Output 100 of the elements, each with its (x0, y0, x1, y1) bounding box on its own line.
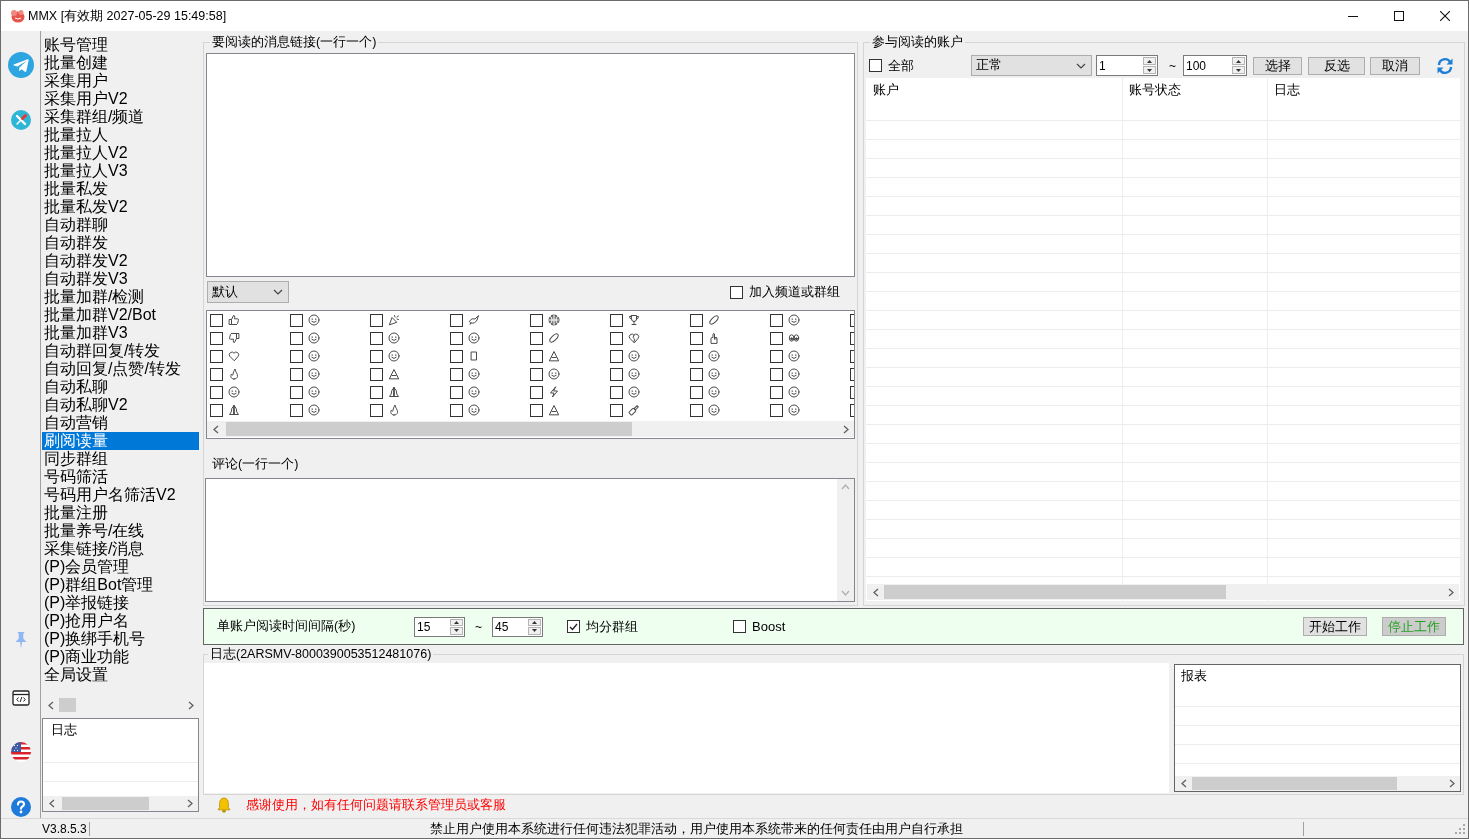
checkbox[interactable] (370, 403, 383, 417)
sidebar-item[interactable]: 批量私发V2 (42, 198, 199, 216)
sidebar-item[interactable]: 批量加群/检测 (42, 288, 199, 306)
scrollbar-thumb[interactable] (226, 422, 632, 436)
checkbox[interactable] (530, 313, 543, 327)
tools-icon[interactable] (10, 110, 31, 130)
sidebar-item[interactable]: 账号管理 (42, 36, 199, 54)
checkbox[interactable] (210, 331, 223, 345)
sidebar-item[interactable]: 批量创建 (42, 54, 199, 72)
horizontal-scrollbar[interactable] (207, 421, 854, 437)
checkbox[interactable] (690, 349, 703, 363)
checkbox[interactable] (850, 331, 854, 345)
horizontal-scrollbar[interactable] (867, 584, 1459, 600)
sidebar-item[interactable]: 自动群发V2 (42, 252, 199, 270)
checkbox[interactable] (730, 285, 743, 299)
sidebar-item[interactable]: 自动私聊V2 (42, 396, 199, 414)
comment-input[interactable] (205, 478, 855, 602)
checkbox[interactable] (530, 385, 543, 399)
dropdown[interactable]: 正常 (971, 55, 1092, 76)
sidebar-item[interactable]: 采集用户 (42, 72, 199, 90)
spin-up-button[interactable] (450, 618, 463, 626)
checkbox[interactable] (770, 313, 783, 327)
checkbox[interactable] (869, 59, 882, 72)
sidebar-item[interactable]: 号码筛活 (42, 468, 199, 486)
sidebar-item[interactable]: 自动回复/点赞/转发 (42, 360, 199, 378)
checkbox[interactable] (450, 367, 463, 381)
number-field[interactable]: 15 (414, 616, 465, 637)
checkbox[interactable] (690, 403, 703, 417)
checkbox[interactable] (210, 313, 223, 327)
sidebar-item[interactable]: 全局设置 (42, 666, 199, 684)
sidebar-item[interactable]: 批量拉人V3 (42, 162, 199, 180)
checkbox[interactable] (610, 313, 623, 327)
checkbox[interactable] (290, 331, 303, 345)
checkbox[interactable] (530, 367, 543, 381)
column-header[interactable]: 账号状态 (1122, 78, 1267, 102)
action-button[interactable]: 开始工作 (1303, 617, 1367, 636)
checkbox[interactable] (210, 403, 223, 417)
action-button[interactable]: 选择 (1253, 56, 1302, 75)
checkbox[interactable] (530, 403, 543, 417)
sidebar-item[interactable]: 批量私发 (42, 180, 199, 198)
sidebar-item[interactable]: 采集链接/消息 (42, 540, 199, 558)
sidebar-item[interactable]: 采集用户V2 (42, 90, 199, 108)
sidebar-item[interactable]: 自动营销 (42, 414, 199, 432)
checkbox[interactable] (850, 367, 854, 381)
horizontal-scrollbar[interactable] (1175, 776, 1460, 791)
sidebar-item[interactable]: 自动群聊 (42, 216, 199, 234)
sidebar-item[interactable]: 批量拉人 (42, 126, 199, 144)
action-button[interactable]: 反选 (1308, 56, 1365, 75)
scrollbar-thumb[interactable] (884, 585, 1226, 599)
sidebar-item[interactable]: 批量拉人V2 (42, 144, 199, 162)
checkbox[interactable] (450, 331, 463, 345)
checkbox[interactable] (690, 385, 703, 399)
checkbox[interactable] (370, 313, 383, 327)
sidebar-item[interactable]: 号码用户名筛活V2 (42, 486, 199, 504)
sidebar-item[interactable]: 同步群组 (42, 450, 199, 468)
checkbox[interactable] (850, 403, 854, 417)
checkbox[interactable] (610, 403, 623, 417)
sidebar-item[interactable]: (P)会员管理 (42, 558, 199, 576)
spin-down-button[interactable] (450, 627, 463, 635)
checkbox[interactable] (450, 313, 463, 327)
checkbox[interactable] (290, 367, 303, 381)
sidebar-item[interactable]: 自动群回复/转发 (42, 342, 199, 360)
checkbox[interactable] (370, 331, 383, 345)
help-icon[interactable] (10, 797, 31, 817)
checkbox[interactable] (567, 620, 580, 633)
sidebar-item[interactable]: 自动群发V3 (42, 270, 199, 288)
sidebar-item[interactable]: 批量加群V3 (42, 324, 199, 342)
sidebar-item[interactable]: 采集群组/频道 (42, 108, 199, 126)
dropdown[interactable]: 默认 (207, 281, 289, 303)
checkbox[interactable] (770, 367, 783, 381)
checkbox[interactable] (370, 367, 383, 381)
sidebar-item[interactable]: (P)群组Bot管理 (42, 576, 199, 594)
checkbox[interactable] (733, 620, 746, 633)
checkbox[interactable] (690, 367, 703, 381)
checkbox[interactable] (210, 349, 223, 363)
checkbox[interactable] (290, 385, 303, 399)
checkbox[interactable] (530, 349, 543, 363)
column-header[interactable]: 日志 (1267, 78, 1460, 102)
checkbox[interactable] (850, 349, 854, 363)
checkbox[interactable] (610, 349, 623, 363)
column-header[interactable]: 账户 (866, 78, 1122, 102)
sidebar-item[interactable]: 自动私聊 (42, 378, 199, 396)
scrollbar-thumb[interactable] (59, 698, 76, 712)
checkbox[interactable] (290, 403, 303, 417)
checkbox[interactable] (210, 367, 223, 381)
checkbox[interactable] (210, 385, 223, 399)
checkbox[interactable] (290, 313, 303, 327)
sidebar-item[interactable]: (P)抢用户名 (42, 612, 199, 630)
spin-down-button[interactable] (1232, 66, 1245, 74)
links-input[interactable] (206, 53, 855, 277)
sidebar-item[interactable]: (P)换绑手机号 (42, 630, 199, 648)
checkbox[interactable] (610, 385, 623, 399)
scrollbar-thumb[interactable] (1192, 777, 1397, 790)
checkbox[interactable] (770, 331, 783, 345)
spin-down-button[interactable] (528, 627, 541, 635)
checkbox[interactable] (370, 349, 383, 363)
flag-icon[interactable] (10, 742, 31, 762)
sidebar-item[interactable]: (P)举报链接 (42, 594, 199, 612)
horizontal-scrollbar[interactable] (43, 796, 198, 811)
checkbox[interactable] (450, 349, 463, 363)
